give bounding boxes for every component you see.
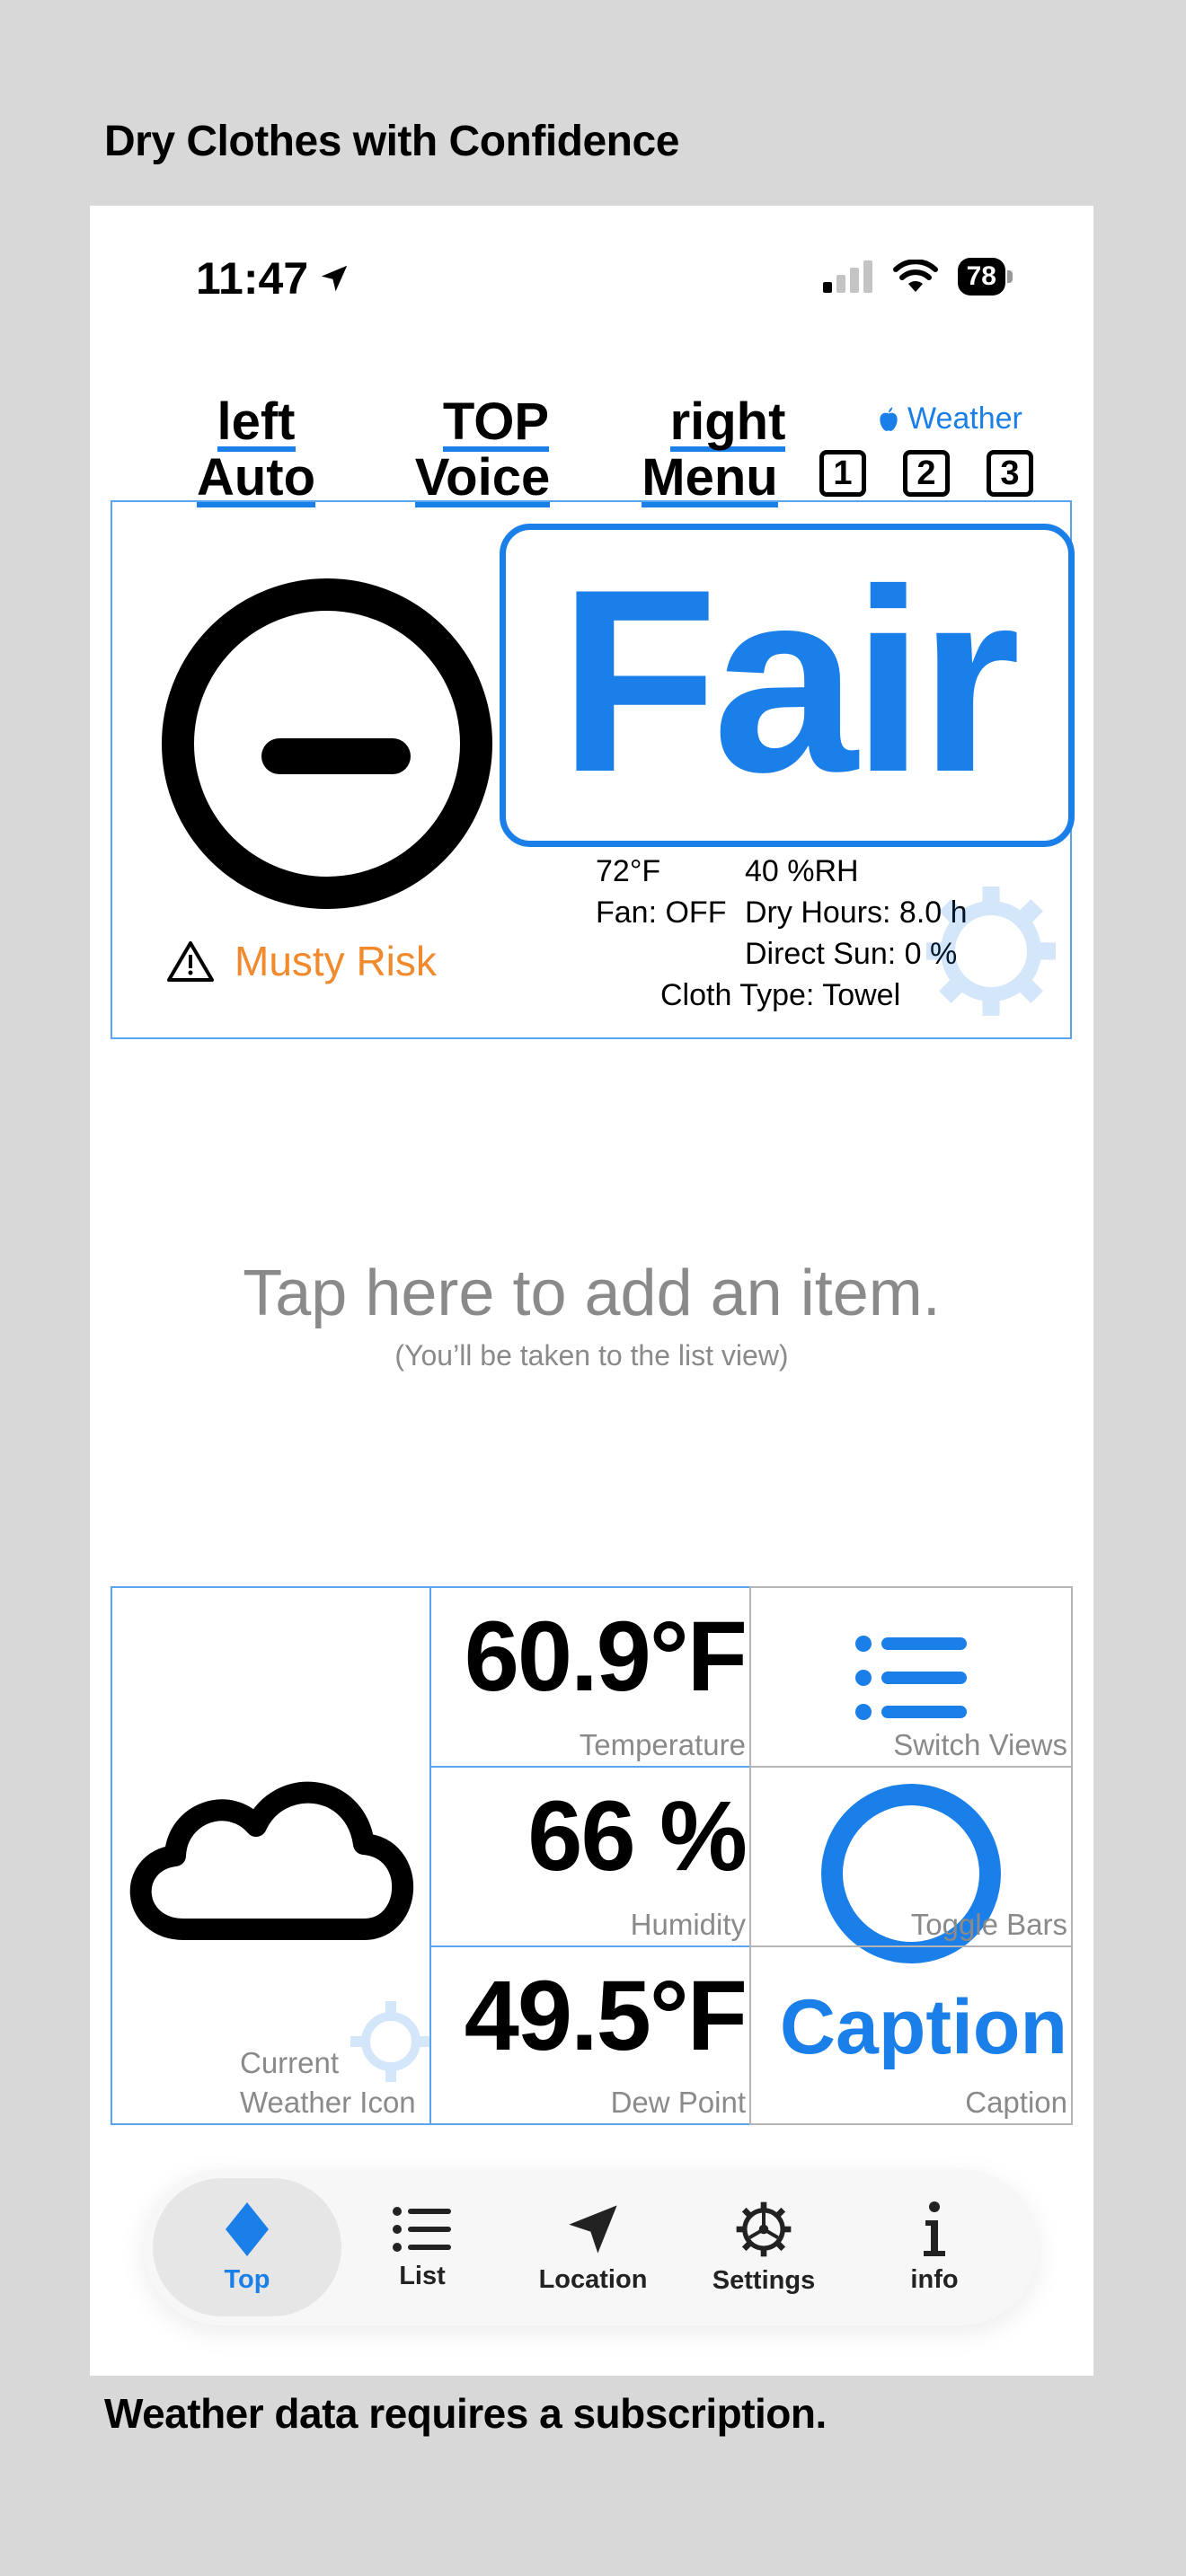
list-icon	[393, 2206, 451, 2252]
location-arrow-icon	[321, 265, 348, 292]
battery-level: 78	[966, 261, 996, 291]
diamond-icon	[226, 2201, 269, 2256]
promo-headline: Dry Clothes with Confidence	[104, 118, 679, 165]
weather-attribution-link[interactable]: Weather	[877, 401, 1022, 437]
drying-rating: Fair	[559, 535, 1021, 826]
tab-top[interactable]: Top	[153, 2178, 341, 2316]
current-weather-icon-label: Current Weather Icon	[240, 2046, 416, 2119]
location-arrow-icon	[569, 2204, 617, 2254]
switch-views-button[interactable]: Switch Views	[749, 1586, 1073, 1768]
tab-info[interactable]: info	[849, 2169, 1020, 2325]
tab-settings[interactable]: Settings	[678, 2169, 849, 2325]
promo-footer: Weather data requires a subscription.	[104, 2390, 827, 2437]
battery-icon: 78	[957, 258, 1005, 296]
musty-warning: Musty Risk	[166, 937, 437, 985]
left-auto-button[interactable]: left Auto	[189, 396, 323, 507]
panel-temperature: 72°F	[596, 854, 661, 888]
status-indicators: 78	[822, 258, 1013, 296]
humidity-cell[interactable]: 66 % Humidity	[429, 1766, 751, 1947]
toggle-bars-button[interactable]: Toggle Bars	[749, 1766, 1073, 1963]
caption-value: Caption	[779, 1984, 1067, 2070]
panel-cloth-type: Cloth Type: Towel	[660, 978, 901, 1012]
panel-fan: Fan: OFF	[596, 895, 727, 930]
dew-point-value: 49.5°F	[464, 1961, 748, 2071]
battery-tip	[1007, 270, 1013, 283]
tab-bar: Top List Location Settings info	[144, 2169, 1039, 2325]
slot-1-button[interactable]: 1	[819, 450, 866, 497]
humidity-label: Humidity	[630, 1908, 746, 1941]
cellular-signal-icon	[822, 260, 872, 293]
warning-icon	[167, 941, 214, 982]
dew-point-cell[interactable]: 49.5°F Dew Point	[429, 1945, 751, 2125]
switch-views-label: Switch Views	[893, 1728, 1067, 1761]
list-icon	[855, 1636, 967, 1720]
slot-3-button[interactable]: 3	[987, 450, 1033, 497]
apple-logo-icon	[880, 406, 898, 431]
tab-location[interactable]: Location	[508, 2169, 678, 2325]
cloud-icon	[129, 1781, 414, 1940]
phone-screen: 11:47 78 left Auto TOP Voice right Menu	[90, 206, 1093, 2376]
add-item-hint: (You’ll be taken to the list view)	[394, 1339, 789, 1372]
dew-point-label: Dew Point	[610, 2086, 746, 2119]
temperature-label: Temperature	[579, 1728, 746, 1761]
add-item-prompt[interactable]: Tap here to add an item.	[90, 1257, 1093, 1330]
drying-rating-box: Fair	[500, 524, 1075, 847]
toggle-bars-label: Toggle Bars	[910, 1908, 1067, 1941]
status-time: 11:47	[196, 252, 351, 304]
minus-circle-icon	[162, 578, 492, 909]
wifi-icon	[892, 260, 938, 292]
humidity-value: 66 %	[527, 1781, 748, 1892]
slot-2-button[interactable]: 2	[903, 450, 950, 497]
current-weather-icon-cell[interactable]: Current Weather Icon	[111, 1586, 431, 2125]
panel-humidity: 40 %RH	[745, 854, 859, 888]
caption-button[interactable]: Caption Caption	[749, 1945, 1073, 2125]
drying-status-panel[interactable]: Fair Musty Risk 72°F 40 %RH Fan: OFF Dry…	[111, 500, 1075, 1039]
musty-risk-label: Musty Risk	[235, 938, 437, 984]
temperature-cell[interactable]: 60.9°F Temperature	[429, 1586, 751, 1768]
right-menu-button[interactable]: right Menu	[629, 396, 791, 507]
gear-watermark-icon	[926, 887, 1056, 1016]
gear-icon	[736, 2201, 792, 2256]
caption-label: Caption	[965, 2086, 1067, 2119]
minus-bar	[261, 738, 411, 774]
info-icon	[924, 2201, 945, 2256]
weather-grid: Current Weather Icon 60.9°F Temperature …	[111, 1586, 1073, 2125]
temperature-value: 60.9°F	[464, 1601, 748, 1712]
tab-list[interactable]: List	[337, 2169, 508, 2325]
top-voice-button[interactable]: TOP Voice	[406, 396, 559, 507]
